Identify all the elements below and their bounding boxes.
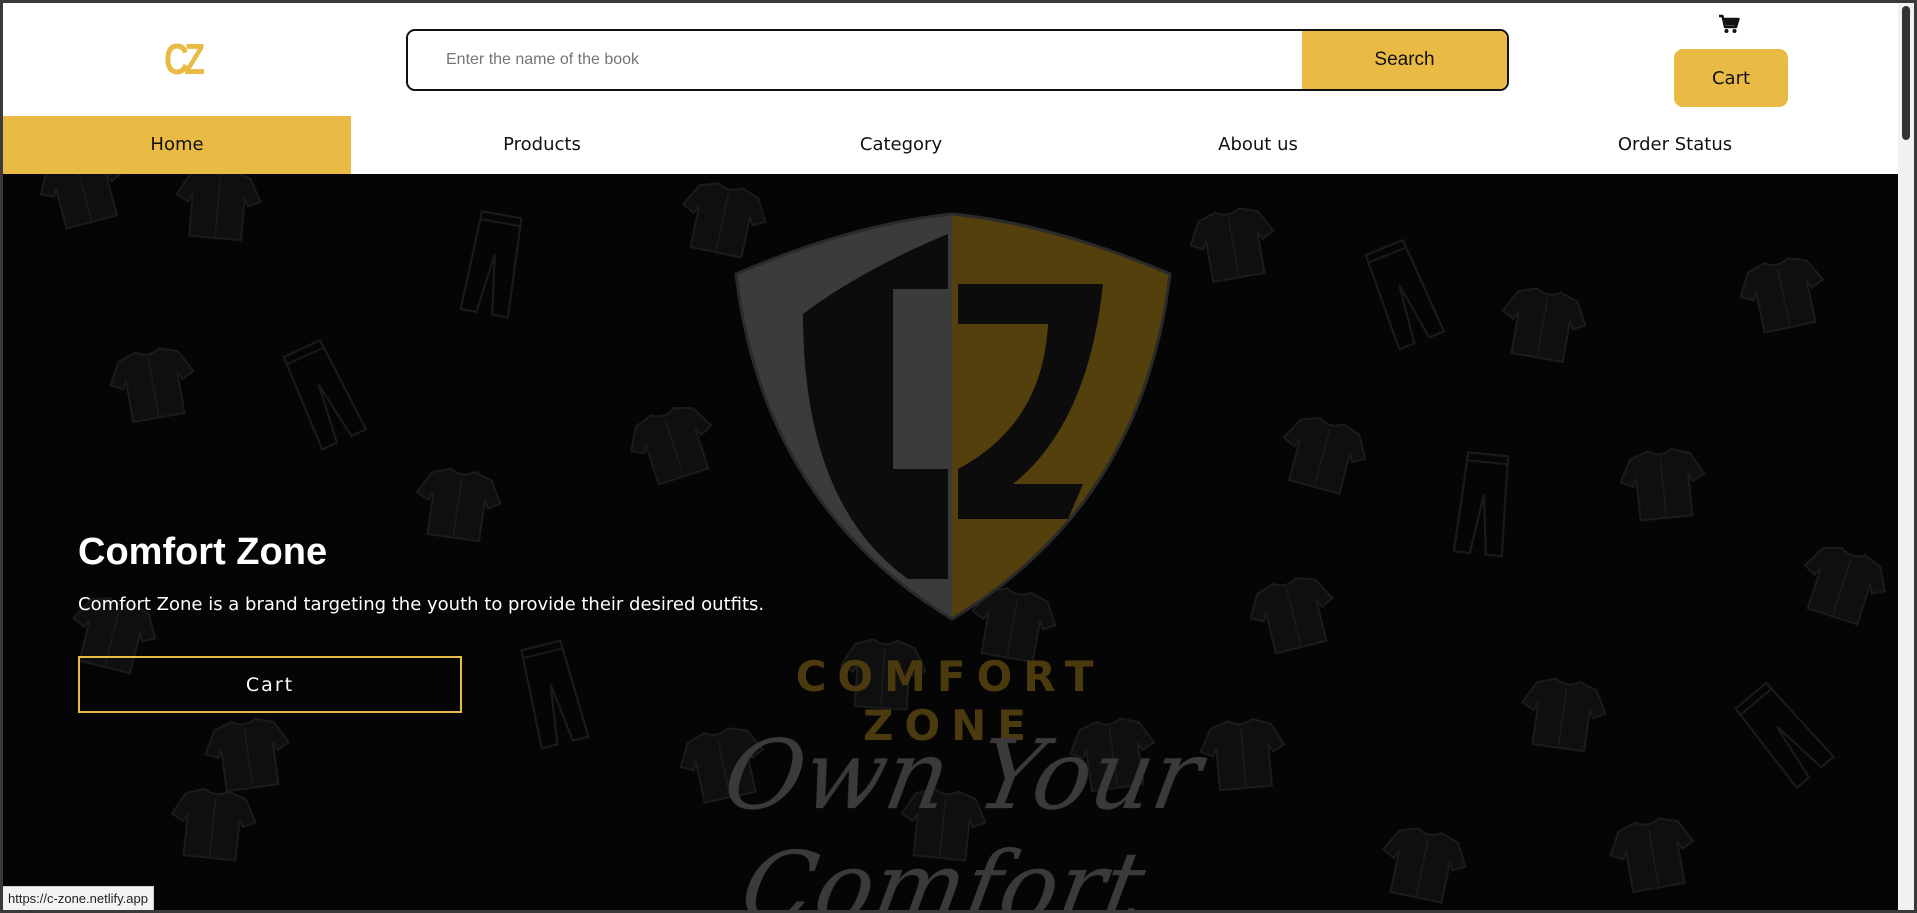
hero-description: Comfort Zone is a brand targeting the yo… xyxy=(78,594,765,615)
page: CZ Search Cart Home Products Category Ab… xyxy=(3,3,1901,910)
logo[interactable]: CZ xyxy=(164,35,205,85)
nav-about-us[interactable]: About us xyxy=(1124,116,1392,174)
main-nav: Home Products Category About us Order St… xyxy=(3,116,1901,174)
hero-cart-button[interactable]: Cart xyxy=(78,656,462,713)
nav-home[interactable]: Home xyxy=(3,116,351,174)
hero-banner: COMFORT ZONE Own Your Comfort Comfort Zo… xyxy=(3,174,1901,910)
nav-order-status[interactable]: Order Status xyxy=(1541,116,1809,174)
status-bar-url: https://c-zone.netlify.app xyxy=(3,886,154,910)
scrollbar-thumb[interactable] xyxy=(1902,6,1910,140)
search-bar: Search xyxy=(406,29,1509,91)
vertical-scrollbar[interactable] xyxy=(1898,3,1914,910)
hero-title: Comfort Zone xyxy=(78,531,328,573)
site-header: CZ Search Cart xyxy=(3,3,1901,116)
shield-emblem xyxy=(734,212,1172,621)
slogan: Own Your Comfort xyxy=(716,719,1210,910)
search-button[interactable]: Search xyxy=(1302,31,1507,89)
shopping-cart-icon[interactable] xyxy=(1718,14,1740,34)
nav-category[interactable]: Category xyxy=(767,116,1035,174)
cart-button[interactable]: Cart xyxy=(1674,49,1788,107)
nav-products[interactable]: Products xyxy=(408,116,676,174)
search-input[interactable] xyxy=(408,31,1304,89)
